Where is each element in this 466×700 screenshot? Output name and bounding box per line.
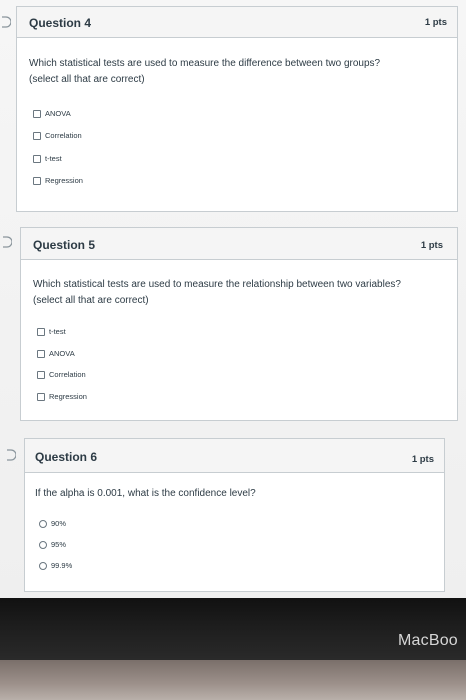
q6-option-95[interactable]: 95% [39, 540, 66, 549]
question-6-card: Question 6 1 pts If the alpha is 0.001, … [24, 438, 445, 592]
checkbox[interactable] [33, 131, 41, 140]
question-6-text: If the alpha is 0.001, what is the confi… [35, 488, 256, 499]
checkbox[interactable] [37, 392, 45, 401]
question-4-points: 1 pts [424, 17, 447, 28]
q5-option-anova[interactable]: ANOVA [37, 349, 75, 358]
q4-option-regression[interactable]: Regression [33, 176, 83, 185]
flag-question-6-icon[interactable] [6, 449, 16, 461]
flag-question-4-icon[interactable] [1, 16, 11, 28]
question-5-text: Which statistical tests are used to meas… [33, 279, 401, 306]
checkbox[interactable] [37, 349, 45, 358]
question-4-text: Which statistical tests are used to meas… [29, 58, 381, 85]
laptop-base [0, 660, 466, 700]
question-4-title: Question 4 [29, 16, 92, 30]
radio-button[interactable] [39, 540, 47, 549]
laptop-brand-label: MacBoo [398, 632, 458, 649]
flag-question-5-icon[interactable] [2, 236, 12, 248]
laptop-bezel [0, 598, 466, 660]
checkbox[interactable] [37, 370, 45, 379]
question-5-header: Question 5 1 pts [21, 228, 457, 260]
question-5-title: Question 5 [33, 238, 96, 252]
question-6-points: 1 pts [411, 454, 434, 465]
question-5-points: 1 pts [420, 240, 443, 251]
q5-option-correlation[interactable]: Correlation [37, 370, 86, 379]
question-4-header: Question 4 1 pts [17, 7, 457, 38]
q4-option-correlation[interactable]: Correlation [33, 131, 82, 140]
quiz-screen: Question 4 1 pts Which statistical tests… [0, 0, 466, 600]
question-6-header: Question 6 1 pts [25, 439, 444, 473]
q6-option-90[interactable]: 90% [39, 519, 66, 528]
question-4-card: Question 4 1 pts Which statistical tests… [16, 6, 458, 212]
radio-button[interactable] [39, 519, 47, 528]
checkbox[interactable] [33, 109, 41, 118]
checkbox[interactable] [33, 154, 41, 163]
question-6-title: Question 6 [35, 450, 98, 464]
question-5-card: Question 5 1 pts Which statistical tests… [20, 227, 458, 421]
q5-option-t-test[interactable]: t-test [37, 327, 66, 336]
checkbox[interactable] [33, 176, 41, 185]
q4-option-anova[interactable]: ANOVA [33, 109, 71, 118]
radio-button[interactable] [39, 561, 47, 570]
checkbox[interactable] [37, 327, 45, 336]
q6-option-99-9[interactable]: 99.9% [39, 561, 72, 570]
q5-option-regression[interactable]: Regression [37, 392, 87, 401]
q4-option-t-test[interactable]: t-test [33, 154, 62, 163]
